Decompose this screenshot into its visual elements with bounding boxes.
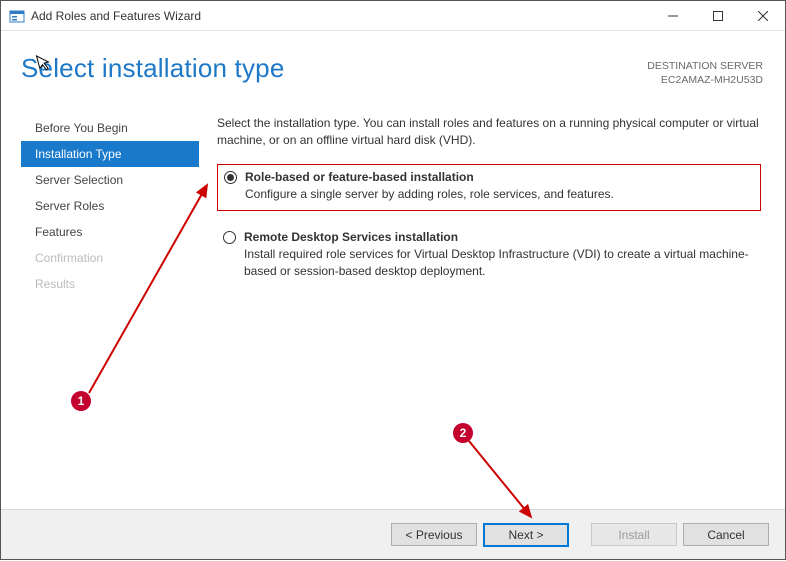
intro-text: Select the installation type. You can in… bbox=[217, 115, 761, 150]
nav-before-you-begin[interactable]: Before You Begin bbox=[21, 115, 199, 141]
nav-server-selection[interactable]: Server Selection bbox=[21, 167, 199, 193]
option-role-based[interactable]: Role-based or feature-based installation… bbox=[217, 164, 761, 211]
previous-button[interactable]: < Previous bbox=[391, 523, 477, 546]
maximize-button[interactable] bbox=[695, 1, 740, 30]
body-area: Before You Begin Installation Type Serve… bbox=[1, 109, 785, 491]
footer-bar: < Previous Next > Install Cancel bbox=[1, 509, 785, 559]
header-area: Select installation type DESTINATION SER… bbox=[1, 31, 785, 109]
minimize-button[interactable] bbox=[650, 1, 695, 30]
wizard-nav: Before You Begin Installation Type Serve… bbox=[21, 109, 199, 491]
nav-confirmation: Confirmation bbox=[21, 245, 199, 271]
radio-remote-desktop[interactable] bbox=[223, 231, 236, 244]
nav-server-roles[interactable]: Server Roles bbox=[21, 193, 199, 219]
destination-server-block: DESTINATION SERVER EC2AMAZ-MH2U53D bbox=[647, 59, 763, 87]
option-role-based-title: Role-based or feature-based installation bbox=[245, 169, 754, 186]
app-icon bbox=[9, 8, 25, 24]
option-remote-desktop-desc: Install required role services for Virtu… bbox=[244, 246, 755, 281]
radio-role-based[interactable] bbox=[224, 171, 237, 184]
close-button[interactable] bbox=[740, 1, 785, 30]
cancel-button[interactable]: Cancel bbox=[683, 523, 769, 546]
install-button: Install bbox=[591, 523, 677, 546]
content-pane: Select the installation type. You can in… bbox=[199, 109, 765, 491]
option-remote-desktop-title: Remote Desktop Services installation bbox=[244, 229, 755, 246]
destination-label: DESTINATION SERVER bbox=[647, 59, 763, 73]
nav-results: Results bbox=[21, 271, 199, 297]
window-controls bbox=[650, 1, 785, 30]
destination-value: EC2AMAZ-MH2U53D bbox=[647, 73, 763, 87]
nav-installation-type[interactable]: Installation Type bbox=[21, 141, 199, 167]
option-role-based-desc: Configure a single server by adding role… bbox=[245, 186, 754, 203]
titlebar: Add Roles and Features Wizard bbox=[1, 1, 785, 31]
next-button[interactable]: Next > bbox=[483, 523, 569, 547]
window-title: Add Roles and Features Wizard bbox=[31, 9, 201, 23]
nav-features[interactable]: Features bbox=[21, 219, 199, 245]
option-remote-desktop[interactable]: Remote Desktop Services installation Ins… bbox=[217, 225, 761, 287]
